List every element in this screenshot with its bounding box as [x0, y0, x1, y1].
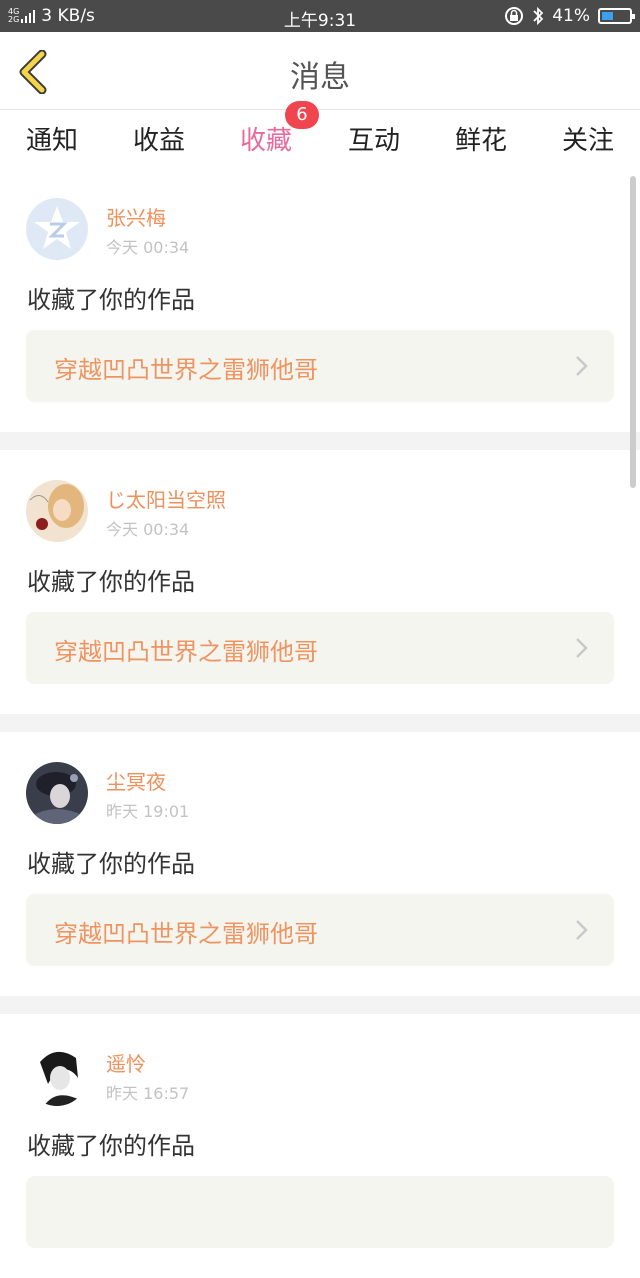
user-photo-icon: [26, 480, 88, 542]
action-text: 收藏了你的作品: [27, 1132, 195, 1160]
timestamp: 昨天 19:01: [106, 802, 190, 821]
tab-flowers[interactable]: 鲜花: [426, 120, 536, 157]
work-title: 穿越凹凸世界之雷狮他哥: [54, 920, 318, 948]
tab-earnings[interactable]: 收益: [104, 120, 214, 157]
work-title: 穿越凹凸世界之雷狮他哥: [54, 638, 318, 666]
battery-icon: [598, 8, 635, 24]
action-text: 收藏了你的作品: [27, 286, 195, 314]
unread-badge: 6: [285, 101, 319, 129]
avatar[interactable]: [26, 1044, 88, 1106]
work-link[interactable]: 穿越凹凸世界之雷狮他哥: [26, 612, 614, 684]
work-link[interactable]: 穿越凹凸世界之雷狮他哥: [26, 894, 614, 966]
username[interactable]: 尘冥夜: [106, 766, 166, 795]
divider: [0, 432, 640, 450]
action-text: 收藏了你的作品: [27, 850, 195, 878]
divider: [0, 714, 640, 732]
list-item: 尘冥夜 昨天 19:01 收藏了你的作品 穿越凹凸世界之雷狮他哥: [0, 732, 640, 996]
avatar[interactable]: [26, 480, 88, 542]
tab-follow[interactable]: 关注: [533, 120, 640, 157]
status-bar: 4G 2G 3 KB/s 上午9:31 41%: [0, 0, 640, 32]
lock-rotation-icon: [505, 7, 524, 25]
avatar[interactable]: [26, 762, 88, 824]
user-photo-icon: [26, 762, 88, 824]
work-title: 穿越凹凸世界之雷狮他哥: [54, 356, 318, 384]
status-right: 41%: [504, 6, 635, 26]
divider: [0, 996, 640, 1014]
tab-notification[interactable]: 通知: [0, 120, 107, 157]
action-text: 收藏了你的作品: [27, 568, 195, 596]
avatar[interactable]: [26, 198, 88, 260]
message-list: 张兴梅 今天 00:34 收藏了你的作品 穿越凹凸世界之雷狮他哥 じ太阳当空照 …: [0, 168, 640, 1278]
timestamp: 今天 00:34: [106, 520, 190, 539]
username[interactable]: じ太阳当空照: [106, 484, 226, 513]
page-title: 消息: [290, 60, 350, 95]
work-link[interactable]: 穿越凹凸世界之雷狮他哥: [26, 330, 614, 402]
list-item: 遥怜 昨天 16:57 收藏了你的作品: [0, 1014, 640, 1278]
tab-interaction[interactable]: 互动: [319, 120, 429, 157]
user-photo-icon: [26, 1044, 88, 1106]
battery-percent: 41%: [552, 6, 590, 26]
list-item: じ太阳当空照 今天 00:34 收藏了你的作品 穿越凹凸世界之雷狮他哥: [0, 450, 640, 714]
username[interactable]: 张兴梅: [106, 202, 166, 231]
default-avatar-icon: [26, 198, 88, 260]
chevron-right-icon: [576, 920, 588, 940]
chevron-right-icon: [576, 638, 588, 658]
scrollbar[interactable]: [630, 176, 636, 488]
list-item: 张兴梅 今天 00:34 收藏了你的作品 穿越凹凸世界之雷狮他哥: [0, 168, 640, 432]
tab-bar: 通知 收益 收藏 互动 鲜花 关注: [0, 110, 640, 173]
username[interactable]: 遥怜: [106, 1048, 146, 1077]
timestamp: 今天 00:34: [106, 238, 190, 257]
work-link[interactable]: [26, 1176, 614, 1248]
timestamp: 昨天 16:57: [106, 1084, 190, 1103]
chevron-right-icon: [576, 356, 588, 376]
bluetooth-icon: [533, 6, 544, 26]
top-bar: 消息: [0, 32, 640, 110]
